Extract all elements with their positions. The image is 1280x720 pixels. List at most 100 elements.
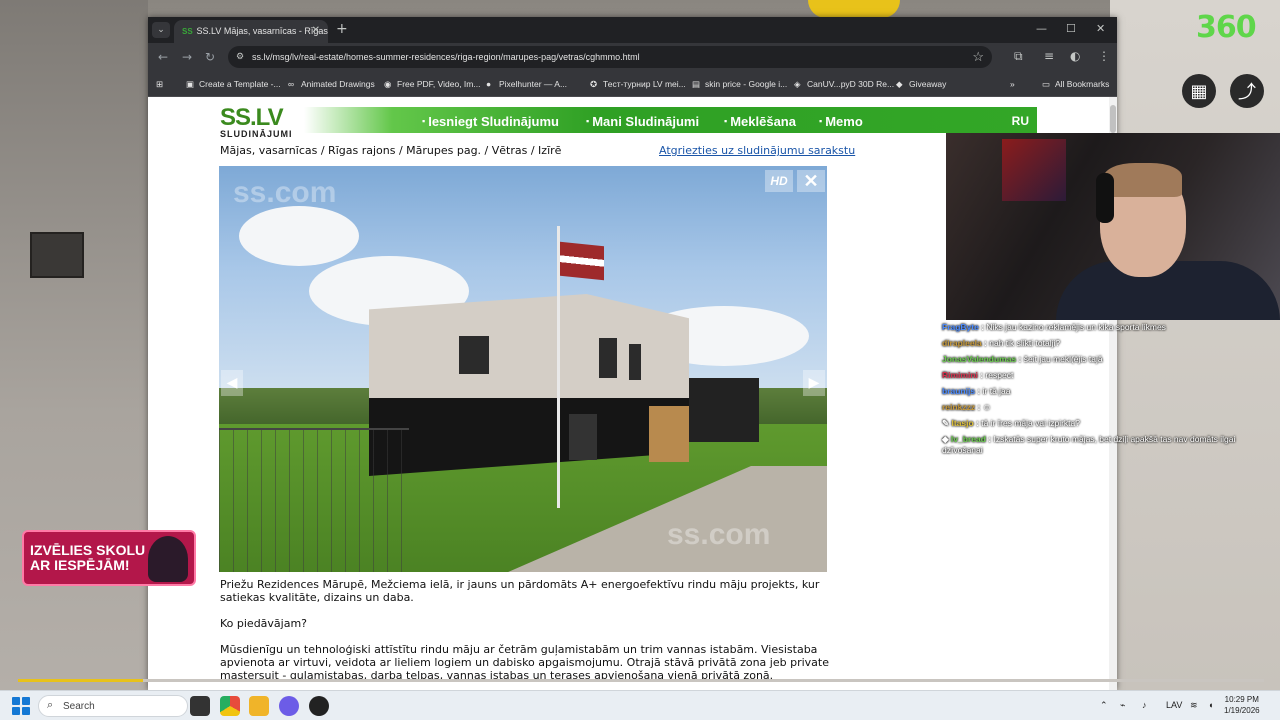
chat-message: Rimimini : respect — [942, 370, 1014, 380]
bookmark-item[interactable]: ✪ Тест-турнир LV mei... — [590, 79, 686, 90]
site-info-icon[interactable]: ⚙ — [236, 51, 244, 62]
bookmark-item[interactable]: ◈ CanUV...pyD 30D Re... — [794, 79, 894, 90]
nav-memo[interactable]: Memo — [819, 114, 863, 129]
nav-my-ads[interactable]: Mani Sludinājumi — [586, 114, 699, 129]
volume-icon[interactable]: ◖ — [1208, 700, 1213, 710]
bookmarks-overflow-icon[interactable]: » — [1010, 79, 1015, 89]
latvian-flag — [560, 241, 604, 281]
close-window-icon[interactable]: ✕ — [1096, 22, 1105, 35]
stream-progress-bar — [18, 679, 1264, 682]
photo-window — [459, 336, 489, 374]
taskbar-clock[interactable]: 10:29 PM 1/19/2026 — [1224, 694, 1260, 716]
tab-strip: ⌄ SS SS.LV Mājas, vasarnīcas - Rīgas ✕ +… — [148, 17, 1117, 43]
discord-icon[interactable] — [279, 696, 299, 716]
bookmark-star-icon[interactable]: ☆ — [972, 49, 984, 65]
maximize-icon[interactable]: ☐ — [1066, 22, 1076, 35]
apps-icon[interactable]: ⊞ — [156, 79, 163, 90]
stream-progress-fill — [18, 679, 143, 682]
site-nav: Iesniegt Sludinājumu Mani Sludinājumi Me… — [304, 107, 1037, 133]
chat-message: dirapleela : nah tik slikti totalji? — [942, 338, 1061, 348]
tab-search-icon[interactable]: ⌄ — [152, 22, 170, 38]
photo-wood-panel — [649, 406, 689, 462]
chat-message: JonasValendumas : šeit jau mekl(ējis taj… — [942, 354, 1103, 364]
badge-icon: ✎ — [942, 418, 950, 428]
photo-building-far — [689, 378, 759, 442]
room-wall-left — [0, 0, 148, 690]
minimize-icon[interactable]: — — [1036, 22, 1047, 35]
back-to-list-link[interactable]: Atgriezties uz sludinājumu sarakstu — [659, 144, 855, 157]
mic-icon[interactable]: ♪ — [1142, 700, 1147, 710]
stream-chat: FragByte : Niks jau kazino reklamējis un… — [942, 322, 1272, 461]
nav-search[interactable]: Meklēšana — [724, 114, 796, 129]
webcam-overlay — [946, 133, 1280, 320]
cam-streamer-hair — [1104, 163, 1182, 197]
headset-icon — [1096, 173, 1114, 223]
menu-icon[interactable]: ⋮ — [1098, 49, 1110, 63]
mascot-icon — [148, 536, 188, 582]
ss-logo[interactable]: SS.LV SLUDINĀJUMI — [220, 106, 300, 140]
back-icon[interactable]: ← — [158, 50, 168, 64]
tab-title: SS.LV Mājas, vasarnīcas - Rīgas — [196, 26, 328, 36]
breadcrumb[interactable]: Mājas, vasarnīcas / Rīgas rajons / Mārup… — [220, 144, 561, 157]
description-paragraph: Mūsdienīgu un tehnoloģiski attīstītu rin… — [220, 643, 829, 682]
close-photo-icon[interactable]: ✕ — [797, 170, 825, 192]
nav-submit-ad[interactable]: Iesniegt Sludinājumu — [422, 114, 559, 129]
photo-window — [629, 344, 641, 380]
chat-message: braunijs : ir tā jaa — [942, 386, 1011, 396]
input-language[interactable]: LAV — [1166, 700, 1182, 710]
file-explorer-icon[interactable] — [249, 696, 269, 716]
chrome-icon[interactable] — [220, 696, 240, 716]
tab-close-icon[interactable]: ✕ — [312, 25, 320, 36]
listing-description: Priežu Rezidences Mārupē, Mežciema ielā,… — [220, 578, 830, 690]
photo-building-upper — [369, 294, 689, 404]
badge-icon: ◆ — [942, 434, 949, 444]
forward-icon[interactable]: → — [182, 50, 192, 64]
windows-start-icon[interactable] — [12, 697, 30, 715]
description-heading: Ko piedāvājam? — [220, 617, 308, 630]
taskbar-search[interactable]: ⌕ Search — [38, 695, 188, 717]
new-tab-icon[interactable]: + — [336, 21, 348, 37]
network-icon[interactable]: ⌁ — [1120, 700, 1125, 711]
bookmark-item[interactable]: ◆ Giveaway — [896, 79, 946, 90]
tray-overflow-icon[interactable]: ⌃ — [1100, 700, 1108, 711]
address-bar[interactable]: ⚙ ss.lv/msg/lv/real-estate/homes-summer-… — [228, 46, 992, 68]
search-icon: ⌕ — [47, 699, 54, 711]
hd-button[interactable]: HD — [765, 170, 793, 192]
watermark-bottom: ss.com — [667, 518, 771, 551]
chat-message: ✎ Itasjo : tā ir īres māja vai izpirkta? — [942, 418, 1080, 428]
profile-avatar[interactable]: ◐ — [1070, 49, 1080, 63]
wifi-icon[interactable]: ≋ — [1190, 700, 1198, 711]
reload-icon[interactable]: ↻ — [205, 50, 215, 64]
photo-cloud — [239, 206, 359, 266]
url-text: ss.lv/msg/lv/real-estate/homes-summer-re… — [252, 52, 640, 62]
stream-logo: 360 — [1196, 10, 1257, 45]
tab-favicon: SS — [182, 27, 193, 36]
prev-photo-icon[interactable]: ◀ — [221, 370, 243, 396]
bookmark-item[interactable]: ▣ Create a Template -... — [186, 79, 281, 90]
all-bookmarks[interactable]: ▭ All Bookmarks — [1042, 79, 1109, 90]
listing-photo[interactable]: ss.com ss.com HD ✕ ◀ ▶ — [219, 166, 827, 572]
photo-window — [599, 338, 617, 378]
emote-icon: ☺ — [982, 402, 992, 412]
bookmark-item[interactable]: ∞ Animated Drawings — [288, 79, 375, 89]
obs-icon[interactable] — [309, 696, 329, 716]
extensions-icon[interactable]: ⧉ — [1014, 49, 1023, 64]
scrollbar-thumb[interactable] — [1110, 105, 1116, 133]
share-icon[interactable]: ⤴ — [1230, 74, 1264, 108]
chat-message: FragByte : Niks jau kazino reklamējis un… — [942, 322, 1166, 332]
task-view-icon[interactable] — [190, 696, 210, 716]
windows-taskbar: ⌕ Search ⌃ ⌁ ♪ LAV ≋ ◖ 10:29 PM 1/19/202… — [0, 690, 1280, 720]
cam-poster — [1002, 139, 1066, 201]
lang-ru[interactable]: RU — [1012, 114, 1029, 128]
media-icon[interactable]: ≡ — [1044, 49, 1054, 63]
chat-message: ◆ lv_bread : Izskatās super kruto mājas,… — [942, 434, 1236, 455]
photo-fence — [219, 428, 409, 572]
next-photo-icon[interactable]: ▶ — [803, 370, 825, 396]
bookmark-item[interactable]: ◉ Free PDF, Video, Im... — [384, 79, 480, 90]
grid-view-icon[interactable]: ▦ — [1182, 74, 1216, 108]
chat-message: reinkzzz : ☺ — [942, 402, 992, 412]
bookmark-item[interactable]: ● Pixelhunter — A... — [486, 79, 567, 89]
bookmarks-bar: ⊞ ▣ Create a Template -... ∞ Animated Draw… — [148, 71, 1117, 97]
bookmark-item[interactable]: ▤ skin price - Google i... — [692, 79, 787, 90]
active-tab[interactable]: SS SS.LV Mājas, vasarnīcas - Rīgas ✕ — [174, 20, 328, 43]
